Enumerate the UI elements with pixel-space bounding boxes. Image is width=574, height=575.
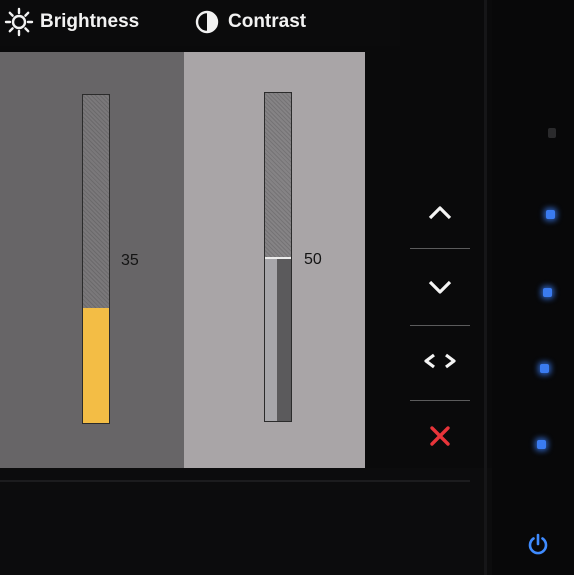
contrast-slider-fill xyxy=(265,257,291,421)
monitor-bezel-right xyxy=(492,0,574,575)
led-button-4[interactable] xyxy=(537,440,546,449)
osd-header: Brightness Contrast xyxy=(0,0,400,46)
menu-divider xyxy=(410,325,470,326)
up-button[interactable] xyxy=(410,183,470,241)
down-arrow-icon xyxy=(428,280,452,294)
brightness-slider[interactable] xyxy=(82,94,110,424)
brightness-value: 35 xyxy=(121,252,139,269)
close-button[interactable] xyxy=(410,407,470,465)
monitor-bezel-bottom xyxy=(0,468,500,575)
brightness-label: Brightness xyxy=(40,11,140,32)
contrast-icon xyxy=(195,10,219,34)
led-button-3[interactable] xyxy=(540,364,549,373)
contrast-slider[interactable] xyxy=(264,92,292,422)
contrast-tab[interactable]: Contrast xyxy=(192,8,306,36)
contrast-label: Contrast xyxy=(228,11,307,32)
up-arrow-icon xyxy=(428,206,452,220)
menu-divider xyxy=(410,400,470,401)
brightness-tab[interactable]: Brightness xyxy=(4,7,140,37)
led-button-2[interactable] xyxy=(543,288,552,297)
down-button[interactable] xyxy=(410,258,470,316)
led-button-1[interactable] xyxy=(546,210,555,219)
close-icon xyxy=(430,426,450,446)
sun-icon xyxy=(4,7,34,37)
power-icon[interactable] xyxy=(526,532,550,556)
brightness-slider-fill xyxy=(83,308,109,423)
contrast-value: 50 xyxy=(304,251,322,268)
left-right-button[interactable] xyxy=(410,332,470,390)
bezel-divider xyxy=(0,480,470,482)
menu-divider xyxy=(410,248,470,249)
bezel-edge xyxy=(484,0,487,575)
sensor-notch xyxy=(548,128,556,138)
left-right-arrows-icon xyxy=(424,353,456,369)
